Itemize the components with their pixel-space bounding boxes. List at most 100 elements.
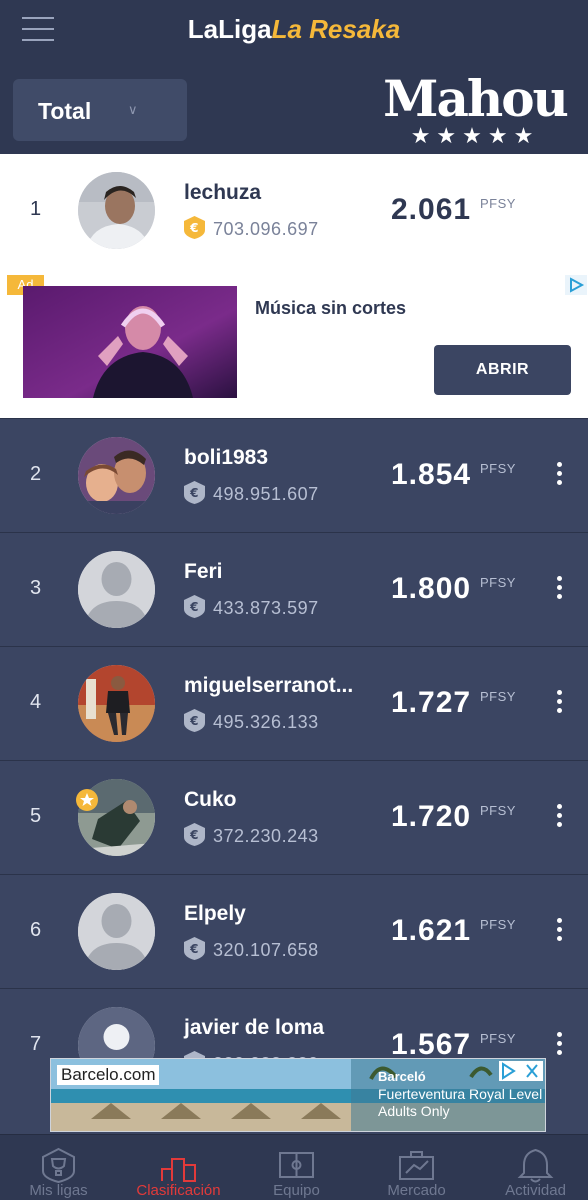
more-options-icon[interactable] <box>549 804 569 832</box>
coin-icon: € <box>184 595 205 618</box>
tab-clasificacion[interactable]: Clasificación <box>120 1135 237 1200</box>
top-bar: LaLigaLa Resaka <box>0 0 588 64</box>
field-icon <box>279 1152 314 1178</box>
sponsor-name: Mahou <box>383 69 569 128</box>
banner-ad[interactable]: Barcelo.com Barceló Fuerteventura Royal … <box>50 1058 546 1132</box>
svg-text:€: € <box>189 828 199 842</box>
more-options-icon[interactable] <box>549 1032 569 1060</box>
ad-card[interactable]: Ad Música sin cortes ABRIR <box>0 266 588 418</box>
avatar <box>78 172 155 249</box>
player-name: lechuza <box>184 181 262 204</box>
briefcase-icon <box>399 1151 434 1180</box>
points-unit: PFSY <box>480 917 516 932</box>
more-options-icon[interactable] <box>549 462 569 490</box>
dropdown-label: Total <box>38 98 92 124</box>
tab-label: Actividad <box>505 1182 566 1199</box>
ranking-filter-dropdown[interactable]: Total ∨ <box>13 79 187 141</box>
tab-label: Clasificación <box>136 1182 221 1199</box>
bottom-tab-bar: Mis ligas Clasificación Equipo Mercado A… <box>0 1134 588 1200</box>
team-value-amount: 703.096.697 <box>213 219 319 239</box>
svg-text:€: € <box>189 714 199 728</box>
svg-text:€: € <box>189 221 199 235</box>
app-name: LaLiga <box>187 14 272 44</box>
tab-mis-ligas[interactable]: Mis ligas <box>0 1135 117 1200</box>
rank-number: 4 <box>30 691 42 713</box>
tab-mercado[interactable]: Mercado <box>358 1135 475 1200</box>
svg-text:€: € <box>189 486 199 500</box>
ad-title: Música sin cortes <box>255 298 407 318</box>
rank-number: 2 <box>30 463 42 485</box>
player-name: Cuko <box>184 788 237 811</box>
team-value: €372.230.243 <box>184 823 319 847</box>
ad-image <box>23 286 237 398</box>
team-value-amount: 372.230.243 <box>213 826 319 846</box>
adchoices-icon[interactable] <box>499 1061 543 1081</box>
rank-number: 6 <box>30 919 42 941</box>
coin-gold-icon: € <box>184 216 205 239</box>
team-value: €433.873.597 <box>184 595 319 619</box>
banner-site: Barcelo.com <box>57 1065 160 1085</box>
team-value: €320.107.658 <box>184 937 319 961</box>
points-unit: PFSY <box>480 196 516 211</box>
player-name: boli1983 <box>184 446 269 469</box>
ranking-row[interactable]: 5 Cuko €372.230.243 1.720 PFSY <box>0 760 588 872</box>
points: 1.621 <box>391 914 472 947</box>
points-unit: PFSY <box>480 803 516 818</box>
points: 2.061 <box>391 193 472 226</box>
sponsor-logo: Mahou ★★★★★ <box>380 73 570 149</box>
coin-icon: € <box>184 481 205 504</box>
points-unit: PFSY <box>480 461 516 476</box>
ranking-row[interactable]: 3 Feri €433.873.597 1.800 PFSY <box>0 532 588 644</box>
points: 1.854 <box>391 458 472 491</box>
trophy-icon <box>42 1147 75 1183</box>
points: 1.800 <box>391 572 472 605</box>
player-name: javier de loma <box>184 1016 325 1039</box>
coin-icon: € <box>184 709 205 732</box>
tab-label: Mercado <box>387 1182 446 1199</box>
avatar <box>78 893 155 970</box>
team-value: €498.951.607 <box>184 481 319 505</box>
tab-equipo[interactable]: Equipo <box>238 1135 355 1200</box>
filter-bar: Total ∨ Mahou ★★★★★ <box>0 64 588 154</box>
sponsor-stars: ★★★★★ <box>410 123 540 148</box>
points-unit: PFSY <box>480 575 516 590</box>
points: 1.727 <box>391 686 472 719</box>
more-options-icon[interactable] <box>549 576 569 604</box>
tab-label: Equipo <box>273 1182 320 1199</box>
ranking-row[interactable]: 2 boli1983 €498.951.607 1.854 PFSY <box>0 418 588 530</box>
adchoices-icon[interactable] <box>565 275 587 295</box>
team-value-amount: 495.326.133 <box>213 712 319 732</box>
avatar <box>78 437 155 514</box>
points: 1.567 <box>391 1028 472 1061</box>
ranking-row[interactable]: 6 Elpely €320.107.658 1.621 PFSY <box>0 874 588 986</box>
coin-icon: € <box>184 823 205 846</box>
player-name: Elpely <box>184 902 246 925</box>
banner-caption: Fuerteventura Royal Level Adults Only <box>378 1086 543 1119</box>
league-name: La Resaka <box>271 14 401 44</box>
team-value-amount: 498.951.607 <box>213 484 319 504</box>
bell-icon <box>517 1148 554 1183</box>
ad-open-button[interactable]: ABRIR <box>434 345 571 395</box>
rank-number: 7 <box>30 1033 42 1055</box>
more-options-icon[interactable] <box>549 918 569 946</box>
chevron-down-icon: ∨ <box>128 102 138 117</box>
team-value: €495.326.133 <box>184 709 319 733</box>
ranking-row[interactable]: 1 lechuza €703.096.697 2.061 PFSY <box>0 154 588 266</box>
rank-number: 5 <box>30 805 42 827</box>
svg-text:€: € <box>189 942 199 956</box>
points: 1.720 <box>391 800 472 833</box>
podium-icon <box>161 1158 196 1182</box>
player-name: miguelserranot... <box>184 674 354 697</box>
avatar <box>78 665 155 742</box>
team-value-amount: 433.873.597 <box>213 598 319 618</box>
avatar <box>78 551 155 628</box>
tab-actividad[interactable]: Actividad <box>477 1135 588 1200</box>
team-value-amount: 320.107.658 <box>213 940 319 960</box>
more-options-icon[interactable] <box>549 690 569 718</box>
svg-text:€: € <box>189 600 199 614</box>
banner-hotel: Barceló <box>378 1069 426 1084</box>
rank-number: 3 <box>30 577 42 599</box>
points-unit: PFSY <box>480 1031 516 1046</box>
ranking-row[interactable]: 4 miguelserranot... €495.326.133 1.727 P… <box>0 646 588 758</box>
coin-icon: € <box>184 937 205 960</box>
